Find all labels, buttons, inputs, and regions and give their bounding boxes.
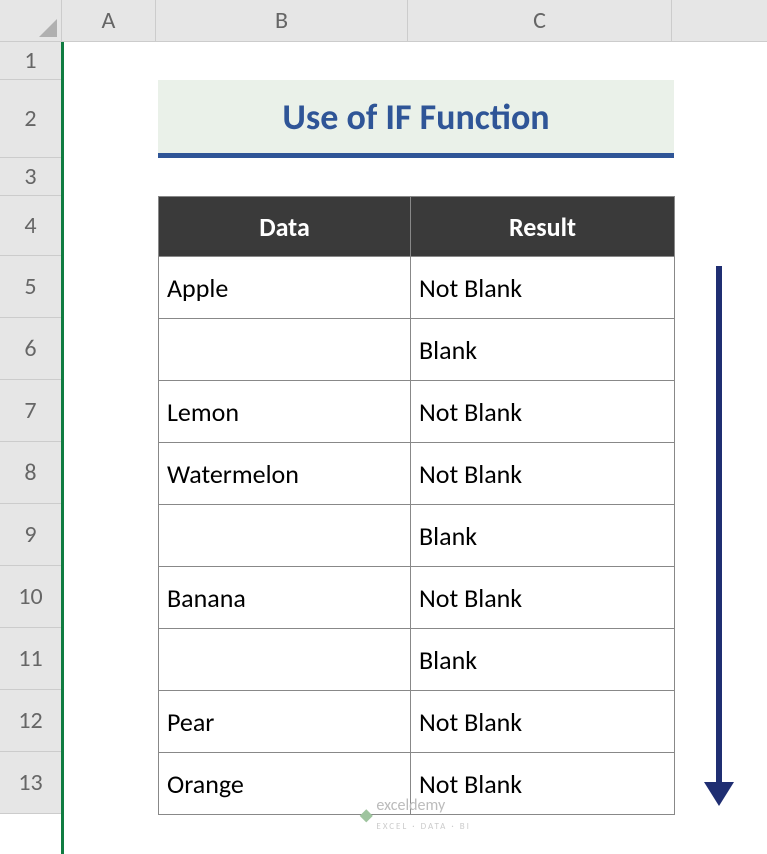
col-header-c[interactable]: C (408, 0, 672, 41)
row-header-6[interactable]: 6 (0, 318, 61, 380)
table-header-data[interactable]: Data (159, 197, 411, 257)
row-header-3[interactable]: 3 (0, 158, 61, 196)
cell-result[interactable]: Not Blank (411, 753, 675, 815)
cell-result[interactable]: Not Blank (411, 443, 675, 505)
row-header-13[interactable]: 13 (0, 752, 61, 814)
cell-result[interactable]: Not Blank (411, 567, 675, 629)
cell-result[interactable]: Blank (411, 629, 675, 691)
cell-result[interactable]: Not Blank (411, 381, 675, 443)
cell-data[interactable]: Apple (159, 257, 411, 319)
cell-data[interactable] (159, 319, 411, 381)
title-text: Use of IF Function (282, 95, 549, 139)
cell-result[interactable]: Blank (411, 505, 675, 567)
table-header-result[interactable]: Result (411, 197, 675, 257)
table-row: PearNot Blank (159, 691, 675, 753)
row-header-12[interactable]: 12 (0, 690, 61, 752)
row-header-10[interactable]: 10 (0, 566, 61, 628)
cell-data[interactable] (159, 505, 411, 567)
table-header-row: DataResult (159, 197, 675, 257)
row-header-7[interactable]: 7 (0, 380, 61, 442)
table-row: WatermelonNot Blank (159, 443, 675, 505)
row-headers: 12345678910111213 (0, 42, 62, 814)
cell-data[interactable]: Banana (159, 567, 411, 629)
table-row: Blank (159, 505, 675, 567)
cell-result[interactable]: Not Blank (411, 257, 675, 319)
column-headers: A B C (62, 0, 767, 42)
row-header-1[interactable]: 1 (0, 42, 61, 80)
table-row: OrangeNot Blank (159, 753, 675, 815)
cell-data[interactable]: Pear (159, 691, 411, 753)
worksheet-area[interactable]: Use of IF Function DataResult AppleNot B… (64, 42, 767, 854)
col-header-b[interactable]: B (156, 0, 408, 41)
cell-data[interactable] (159, 629, 411, 691)
page-title: Use of IF Function (158, 80, 674, 158)
cell-data[interactable]: Watermelon (159, 443, 411, 505)
row-header-4[interactable]: 4 (0, 196, 61, 256)
table-row: Blank (159, 319, 675, 381)
row-header-5[interactable]: 5 (0, 256, 61, 318)
table-row: LemonNot Blank (159, 381, 675, 443)
table-row: AppleNot Blank (159, 257, 675, 319)
cell-result[interactable]: Blank (411, 319, 675, 381)
select-all-corner[interactable] (0, 0, 62, 42)
row-header-2[interactable]: 2 (0, 80, 61, 158)
cell-data[interactable]: Orange (159, 753, 411, 815)
table-row: BananaNot Blank (159, 567, 675, 629)
watermark-tagline: EXCEL · DATA · BI (376, 821, 470, 832)
row-header-8[interactable]: 8 (0, 442, 61, 504)
table-row: Blank (159, 629, 675, 691)
row-header-11[interactable]: 11 (0, 628, 61, 690)
col-header-a[interactable]: A (62, 0, 156, 41)
data-table: DataResult AppleNot BlankBlankLemonNot B… (158, 196, 675, 815)
cell-data[interactable]: Lemon (159, 381, 411, 443)
table-body: AppleNot BlankBlankLemonNot BlankWaterme… (159, 257, 675, 815)
row-header-9[interactable]: 9 (0, 504, 61, 566)
fill-down-arrow-icon (716, 266, 722, 784)
cell-result[interactable]: Not Blank (411, 691, 675, 753)
